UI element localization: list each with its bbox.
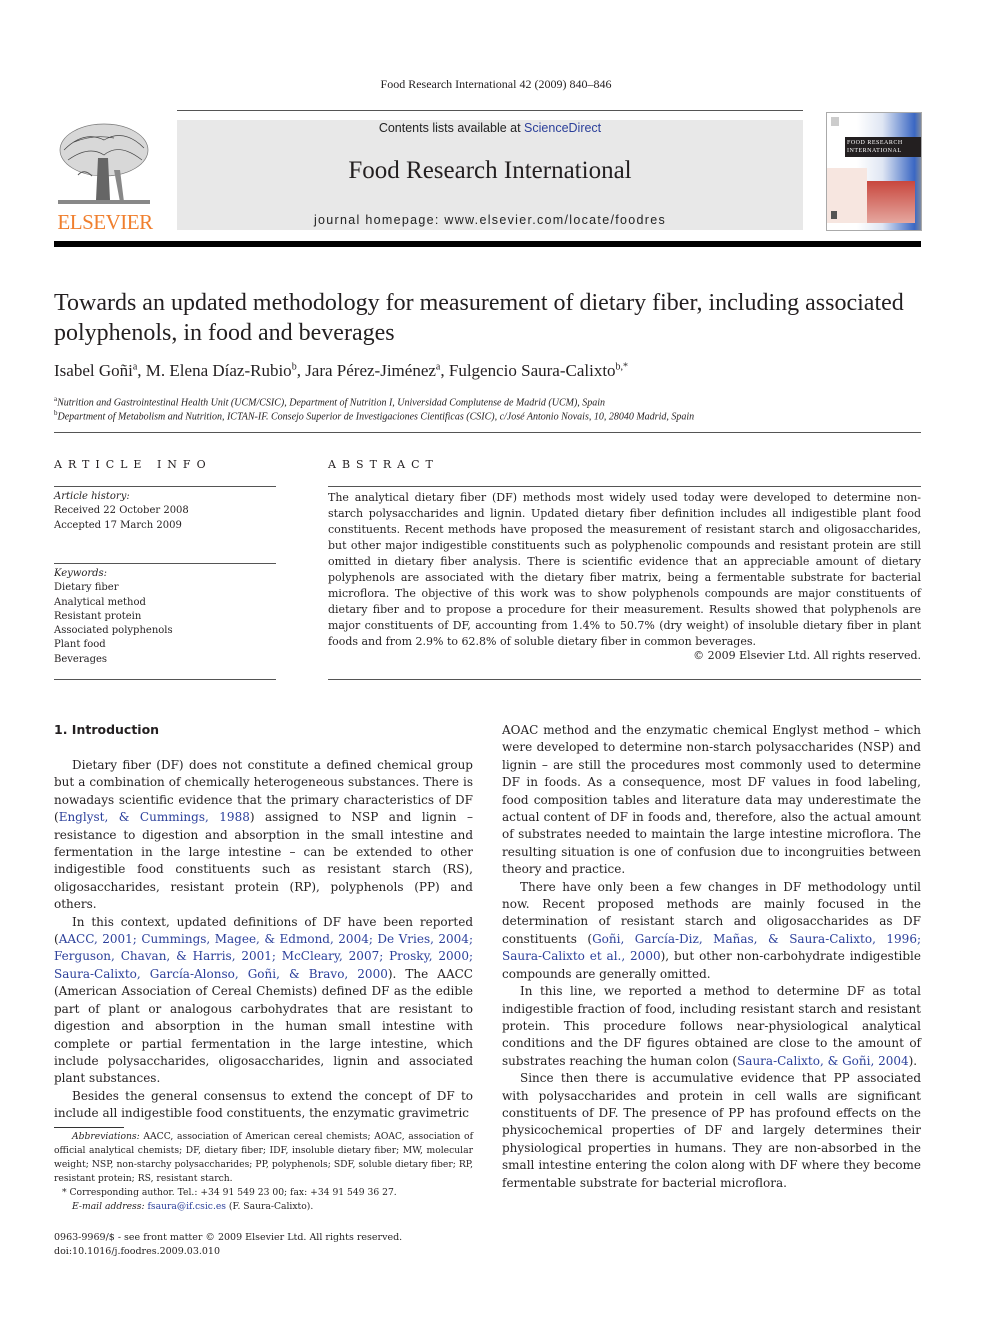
history-label: Article history: [54, 491, 130, 502]
cover-red-block [867, 181, 915, 223]
footnote-rule [54, 1127, 124, 1128]
paragraph: Besides the general consensus to extend … [54, 1088, 473, 1121]
doi-link[interactable]: doi:10.1016/j.foodres.2009.03.010 [54, 1245, 402, 1259]
article-info-rule [54, 486, 276, 487]
paragraph: Since then there is accumulative evidenc… [502, 1071, 921, 1190]
abstract-heading: ABSTRACT [328, 458, 439, 471]
footnotes: Abbreviations: AACC, association of Amer… [54, 1130, 473, 1214]
abstract-text: The analytical dietary fiber (DF) method… [328, 491, 921, 648]
author[interactable]: Jara Pérez-Jiméneza [305, 361, 440, 380]
email-footnote: E-mail address: fsaura@if.csic.es (F. Sa… [72, 1201, 314, 1212]
body-right-column: AOAC method and the enzymatic chemical E… [502, 722, 921, 1192]
elsevier-wordmark: ELSEVIER [57, 210, 153, 234]
masthead-top-rule [177, 110, 803, 111]
keyword: Dietary fiber [54, 582, 119, 594]
author[interactable]: M. Elena Díaz-Rubiob [146, 361, 297, 380]
contents-line: Contents lists available at ScienceDirec… [177, 121, 803, 135]
cover-publisher-icon [831, 117, 839, 126]
email-link[interactable]: fsaura@if.csic.es [148, 1201, 227, 1212]
affiliation-a: aNutrition and Gastrointestinal Health U… [54, 395, 606, 409]
cover-publisher-mark-icon [831, 211, 837, 219]
running-head: Food Research International 42 (2009) 84… [380, 77, 612, 91]
accepted-date: Accepted 17 March 2009 [54, 519, 182, 531]
paragraph: There have only been a few changes in DF… [502, 879, 922, 981]
article-history: Article history: Received 22 October 200… [54, 490, 276, 533]
abbreviations-footnote: Abbreviations: AACC, association of Amer… [54, 1131, 473, 1184]
keywords-label: Keywords: [54, 568, 108, 579]
keywords-block: Keywords: Dietary fiber Analytical metho… [54, 567, 276, 667]
citation-link[interactable]: Englyst, & Cummings, 1988 [59, 810, 250, 824]
section-heading-introduction: 1. Introduction [54, 722, 160, 737]
keyword: Plant food [54, 639, 106, 651]
abstract-rule [328, 486, 921, 487]
citation-link[interactable]: Saura-Calixto, & Goñi, 2004 [737, 1054, 909, 1068]
journal-homepage-link[interactable]: journal homepage: www.elsevier.com/locat… [177, 213, 803, 227]
author[interactable]: Fulgencio Saura-Calixtob,* [449, 361, 628, 380]
paragraph: In this context, updated definitions of … [54, 914, 473, 1086]
received-date: Received 22 October 2008 [54, 505, 189, 517]
masthead-thick-rule [54, 241, 921, 247]
article-info-bottom-rule [54, 679, 276, 680]
cover-label-line1: FOOD RESEARCH [847, 140, 903, 146]
paragraph: In this line, we reported a method to de… [502, 984, 921, 1068]
journal-title: Food Research International [348, 157, 632, 184]
keywords-rule [54, 563, 276, 564]
corresponding-author-footnote: * Corresponding author. Tel.: +34 91 549… [62, 1187, 397, 1198]
body-left-column: Dietary fiber (DF) does not constitute a… [54, 757, 473, 1123]
abstract-copyright: © 2009 Elsevier Ltd. All rights reserved… [693, 649, 921, 662]
article-info-heading: ARTICLE INFO [54, 458, 212, 471]
keyword: Resistant protein [54, 610, 142, 622]
cover-label: FOOD RESEARCH INTERNATIONAL [845, 137, 921, 157]
journal-cover-thumbnail: FOOD RESEARCH INTERNATIONAL [826, 112, 922, 231]
paragraph: AOAC method and the enzymatic chemical E… [502, 723, 921, 877]
abstract-bottom-rule [328, 679, 921, 680]
header-divider [54, 432, 921, 433]
contents-prefix: Contents lists available at [378, 121, 525, 135]
bottom-meta: 0963-9969/$ - see front matter © 2009 El… [54, 1231, 402, 1259]
article-title: Towards an updated methodology for measu… [54, 290, 904, 346]
affiliation-b: bDepartment of Metabolism and Nutrition,… [54, 409, 695, 423]
paragraph: Dietary fiber (DF) does not constitute a… [54, 758, 473, 912]
keyword: Beverages [54, 653, 108, 665]
keyword: Analytical method [54, 596, 146, 608]
author-list: Isabel Goñia, M. Elena Díaz-Rubiob, Jara… [54, 361, 629, 380]
author[interactable]: Isabel Goñia [54, 361, 137, 380]
issn-line: 0963-9969/$ - see front matter © 2009 El… [54, 1232, 403, 1243]
keyword: Associated polyphenols [54, 625, 173, 637]
sciencedirect-link[interactable]: ScienceDirect [524, 121, 601, 135]
cover-label-line2: INTERNATIONAL [847, 148, 902, 154]
